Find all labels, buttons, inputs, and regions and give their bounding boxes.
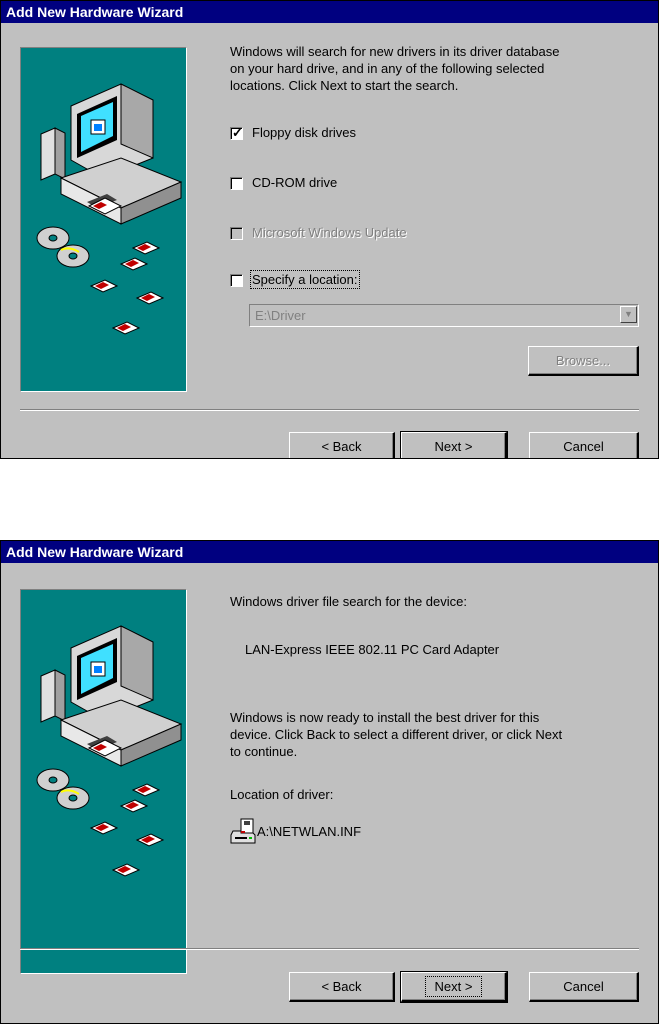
search-heading: Windows driver file search for the devic… — [230, 594, 467, 609]
ready-line-1: Windows is now ready to install the best… — [230, 710, 540, 725]
cd-disc-icon — [36, 768, 90, 810]
dropdown-arrow-icon: ▼ — [620, 306, 637, 323]
floppy-drive-icon — [230, 818, 256, 844]
computer-illustration — [36, 625, 183, 877]
wizard-illustration-panel — [20, 589, 187, 974]
floppy-checkbox[interactable]: ✓ — [230, 125, 243, 140]
cdrom-option-label[interactable]: CD-ROM drive — [252, 175, 337, 190]
separator — [20, 948, 639, 950]
ready-line-3: to continue. — [230, 744, 298, 759]
title-bar[interactable]: Add New Hardware Wizard — [1, 1, 658, 23]
cdrom-checkbox[interactable] — [230, 177, 243, 190]
intro-line-1: Windows will search for new drivers in i… — [230, 44, 560, 59]
specify-location-checkbox[interactable] — [230, 274, 243, 287]
separator — [20, 409, 639, 411]
intro-line-3: locations. Click Next to start the searc… — [230, 78, 459, 93]
location-value: E:\Driver — [255, 308, 306, 323]
windows-update-checkbox — [230, 227, 243, 240]
location-heading: Location of driver: — [230, 787, 334, 802]
wizard-illustration-panel — [20, 47, 187, 392]
next-button[interactable]: Next > — [400, 971, 508, 1003]
next-button[interactable]: Next > — [400, 431, 508, 458]
cancel-button[interactable]: Cancel — [529, 972, 639, 1002]
floppy-option-label[interactable]: Floppy disk drives — [252, 125, 356, 140]
computer-illustration — [36, 83, 183, 335]
wizard-dialog-search-options: Add New Hardware Wizard Windows will sea… — [0, 0, 659, 459]
browse-button: Browse... — [528, 346, 639, 376]
window-title: Add New Hardware Wizard — [6, 544, 184, 560]
wizard-dialog-driver-found: Add New Hardware Wizard Windows driver f… — [0, 540, 659, 1024]
ready-line-2: device. Click Back to select a different… — [230, 727, 563, 742]
cd-disc-icon — [36, 226, 90, 268]
back-button[interactable]: < Back — [289, 972, 395, 1002]
specify-location-label[interactable]: Specify a location: — [250, 270, 360, 289]
title-bar[interactable]: Add New Hardware Wizard — [1, 541, 658, 563]
back-button[interactable]: < Back — [289, 432, 395, 458]
windows-update-option-label: Microsoft Windows Update — [252, 225, 407, 240]
floppy-disk-icon — [89, 241, 165, 335]
checkmark-icon: ✓ — [232, 125, 243, 140]
intro-line-2: on your hard drive, and in any of the fo… — [230, 61, 545, 76]
device-name: LAN-Express IEEE 802.11 PC Card Adapter — [245, 642, 500, 657]
window-title: Add New Hardware Wizard — [6, 4, 184, 20]
next-button-label: Next > — [424, 976, 483, 997]
location-combobox: E:\Driver ▼ — [249, 304, 639, 327]
floppy-disk-icon — [89, 783, 165, 877]
driver-path: A:\NETWLAN.INF — [257, 824, 362, 839]
cancel-button[interactable]: Cancel — [529, 432, 639, 458]
